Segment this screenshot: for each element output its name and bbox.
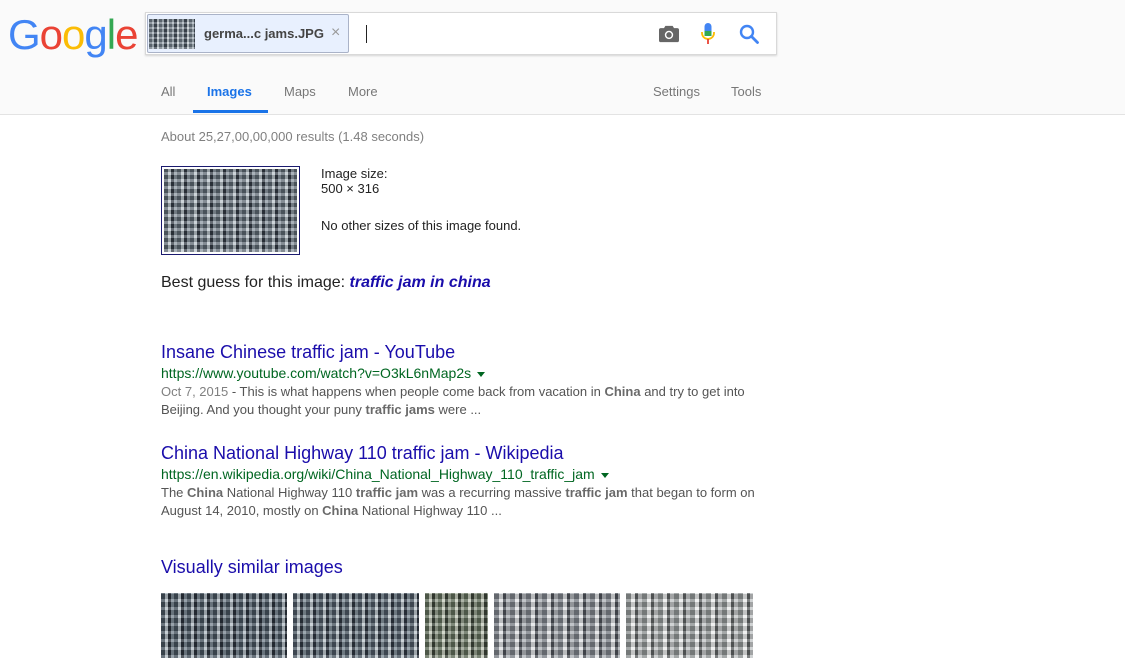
active-tab-indicator [193, 110, 268, 113]
tab-all[interactable]: All [161, 84, 175, 99]
result-url-text: https://www.youtube.com/watch?v=O3kL6nMa… [161, 365, 472, 381]
snippet-highlight: China [322, 503, 359, 518]
result-snippet: The China National Highway 110 traffic j… [161, 484, 761, 520]
snippet-highlight: China [604, 384, 641, 399]
tab-maps[interactable]: Maps [284, 84, 316, 99]
result-title-link[interactable]: China National Highway 110 traffic jam -… [161, 442, 761, 464]
close-icon[interactable]: × [331, 24, 340, 42]
snippet-highlight: traffic jams [365, 402, 435, 417]
search-result: Insane Chinese traffic jam - YouTube htt… [161, 341, 761, 419]
visually-similar-heading[interactable]: Visually similar images [161, 557, 343, 578]
logo-letter: G [8, 11, 41, 58]
image-size-value: 500 × 316 [321, 181, 380, 196]
logo-letter: e [115, 11, 138, 58]
tab-tools[interactable]: Tools [731, 84, 761, 99]
dropdown-arrow-icon[interactable] [477, 371, 486, 377]
snippet-highlight: traffic jam [565, 485, 628, 500]
search-box[interactable]: germa...c jams.JPG × [145, 12, 777, 55]
search-icon[interactable] [738, 23, 760, 45]
similar-image[interactable] [425, 593, 488, 658]
query-image[interactable] [161, 166, 300, 255]
snippet-text: The [161, 485, 188, 500]
snippet-text: National Highway 110 [223, 485, 356, 500]
microphone-icon[interactable] [700, 22, 716, 46]
tab-images[interactable]: Images [207, 84, 252, 99]
best-guess: Best guess for this image: traffic jam i… [161, 274, 491, 292]
result-date: Oct 7, 2015 [161, 384, 229, 399]
similar-image[interactable] [626, 593, 753, 658]
tab-more[interactable]: More [348, 84, 378, 99]
logo-letter: g [84, 11, 107, 58]
snippet-highlight: traffic jam [355, 485, 419, 500]
result-title-link[interactable]: Insane Chinese traffic jam - YouTube [161, 341, 761, 363]
image-size-label: Image size: [321, 166, 388, 181]
best-guess-link[interactable]: traffic jam in china [350, 274, 491, 291]
dropdown-arrow-icon[interactable] [600, 472, 609, 478]
similar-image[interactable] [494, 593, 620, 658]
logo-letter: o [39, 11, 63, 58]
search-image-chip[interactable]: germa...c jams.JPG × [147, 14, 349, 53]
result-stats: About 25,27,00,00,000 results (1.48 seco… [161, 129, 425, 144]
similar-image[interactable] [293, 593, 419, 658]
result-url-text: https://en.wikipedia.org/wiki/China_Nati… [161, 466, 595, 482]
google-logo[interactable]: Google [8, 11, 138, 58]
snippet-text: - This is what happens when people come … [228, 384, 605, 399]
no-other-sizes-text: No other sizes of this image found. [321, 218, 522, 233]
header: Google germa...c jams.JPG × All Images M… [0, 0, 1125, 115]
chip-label: germa...c jams.JPG [204, 26, 324, 41]
chip-thumbnail [149, 19, 195, 49]
snippet-text: were ... [434, 402, 482, 417]
snippet-text: was a recurring massive [418, 485, 566, 500]
tab-settings[interactable]: Settings [653, 84, 700, 99]
snippet-highlight: China [187, 485, 224, 500]
similar-image[interactable] [161, 593, 287, 658]
result-snippet: Oct 7, 2015 - This is what happens when … [161, 383, 761, 419]
snippet-text: National Highway 110 ... [358, 503, 502, 518]
best-guess-prefix: Best guess for this image: [161, 274, 350, 291]
camera-icon[interactable] [658, 24, 680, 44]
logo-letter: l [106, 11, 116, 58]
search-result: China National Highway 110 traffic jam -… [161, 442, 761, 520]
result-url: https://www.youtube.com/watch?v=O3kL6nMa… [161, 364, 761, 382]
logo-letter: o [62, 11, 85, 58]
text-caret [366, 25, 367, 43]
result-url: https://en.wikipedia.org/wiki/China_Nati… [161, 465, 761, 483]
